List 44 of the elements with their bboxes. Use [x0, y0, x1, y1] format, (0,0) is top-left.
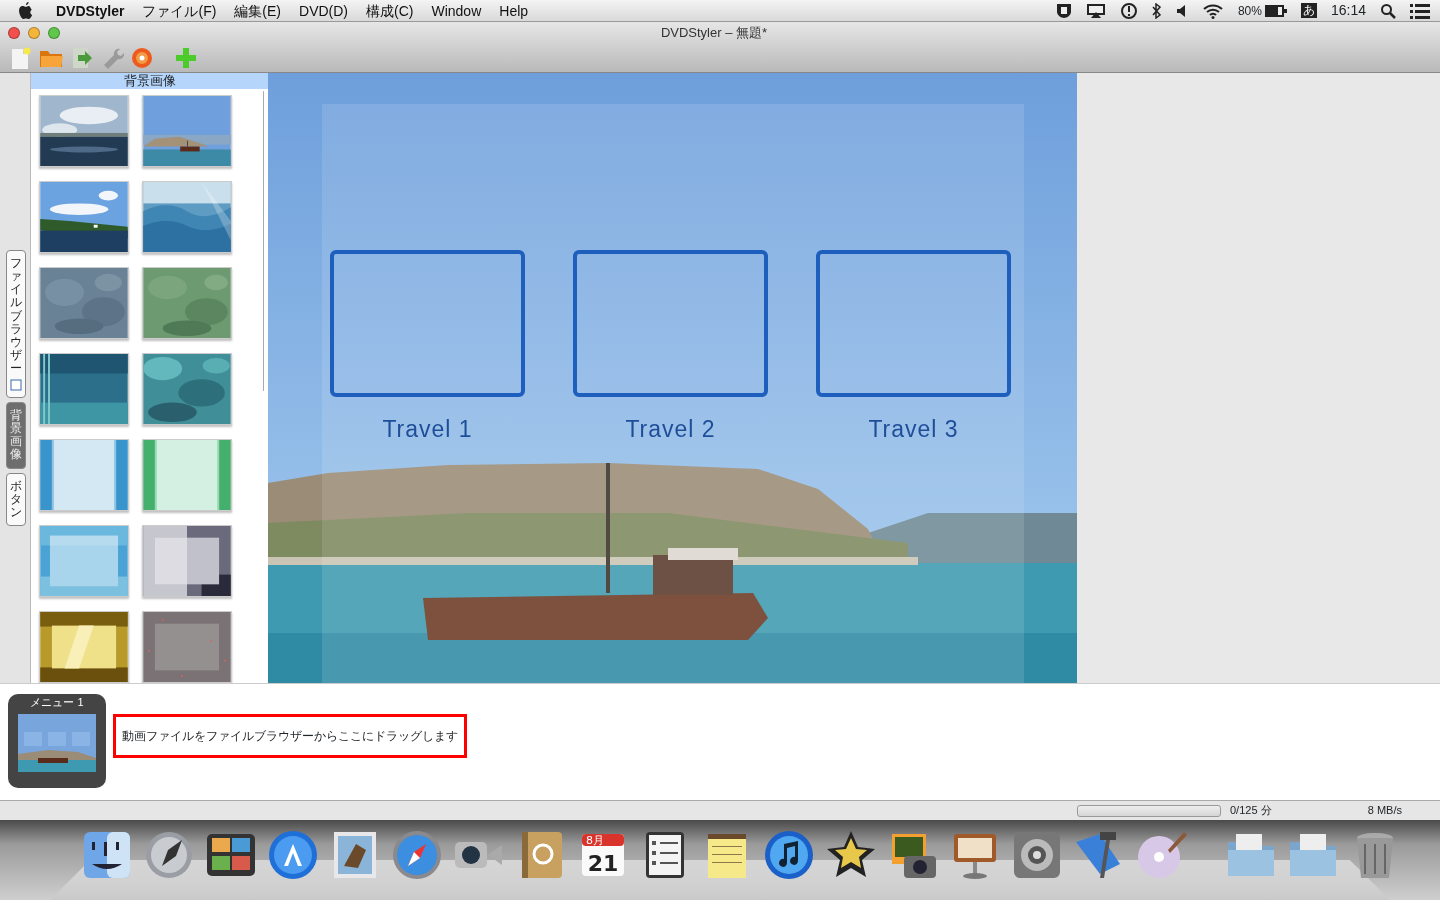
- button-label: Travel 1: [381, 415, 474, 444]
- calendar-day: 21: [587, 851, 619, 876]
- search-icon[interactable]: [1380, 2, 1396, 19]
- shield-icon[interactable]: [1055, 2, 1072, 19]
- app-store-icon[interactable]: [266, 828, 320, 882]
- app-menu[interactable]: DVDStyler: [47, 0, 134, 22]
- side-tab[interactable]: ファイルブラウザー: [6, 249, 26, 398]
- volume-icon[interactable]: [1175, 3, 1188, 18]
- compass-icon[interactable]: [390, 828, 444, 882]
- zoom-button[interactable]: [48, 27, 60, 39]
- side-tab[interactable]: ボタン: [6, 472, 26, 527]
- button-frame[interactable]: [816, 250, 1011, 397]
- bitrate-text: 8 MB/s: [1367, 803, 1402, 819]
- menu-item[interactable]: 編集(E): [225, 0, 291, 22]
- input-mode-indicator[interactable]: あ: [1300, 3, 1317, 18]
- panel-title: 背景画像: [31, 73, 268, 89]
- window-title: DVDStyler – 無題*: [660, 25, 768, 40]
- disc-icon[interactable]: [130, 45, 154, 70]
- button-label: Travel 3: [867, 415, 960, 444]
- menu-item[interactable]: Help: [490, 0, 538, 22]
- drop-hint: 動画ファイルをファイルブラウザーからここにドラッグします: [113, 714, 467, 758]
- button-label: Travel 2: [624, 415, 717, 444]
- calendar-month: 8月: [586, 834, 604, 847]
- menu-thumbnail[interactable]: メニュー 1: [8, 694, 106, 788]
- bluetooth-icon[interactable]: [1151, 2, 1162, 19]
- wifi-icon[interactable]: [1201, 2, 1224, 19]
- button-frame[interactable]: [573, 250, 768, 397]
- close-button[interactable]: [8, 27, 20, 39]
- side-tab[interactable]: 背景画像: [6, 401, 26, 469]
- button-frame[interactable]: [330, 250, 525, 397]
- duration-text: 0/125 分: [1230, 803, 1272, 819]
- music-note-icon[interactable]: [762, 828, 816, 882]
- menu-item[interactable]: DVD(D): [290, 0, 358, 22]
- window-icon: [10, 378, 22, 391]
- menu-item[interactable]: Window: [422, 0, 491, 22]
- minimize-button[interactable]: [28, 27, 40, 39]
- apple-icon: [18, 1, 34, 20]
- list-icon[interactable]: [1410, 2, 1430, 19]
- menu-item[interactable]: 構成(C): [357, 0, 423, 22]
- clock[interactable]: 16:14: [1330, 0, 1366, 21]
- battery-percent: 80%: [1237, 2, 1262, 20]
- menu-title: メニュー 1: [30, 695, 84, 710]
- battery-icon[interactable]: [1264, 4, 1287, 17]
- menu-item[interactable]: ファイル(F): [133, 0, 226, 22]
